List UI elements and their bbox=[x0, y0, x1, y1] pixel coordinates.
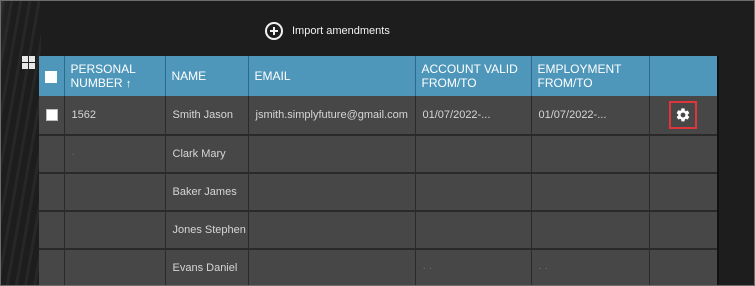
table-row[interactable]: Baker James bbox=[39, 172, 718, 211]
gear-icon bbox=[676, 108, 689, 122]
actions-cell bbox=[649, 210, 718, 249]
row-select-cell bbox=[39, 248, 65, 285]
import-amendments-button[interactable]: Import amendments bbox=[265, 20, 390, 42]
actions-cell bbox=[649, 248, 718, 285]
personal-number-cell bbox=[64, 248, 166, 285]
table-header-row: PERSONAL NUMBER ↑ NAME EMAIL ACCOUNT VAL… bbox=[39, 56, 718, 96]
actions-cell bbox=[649, 134, 718, 173]
background-texture bbox=[1, 1, 41, 285]
employment-cell bbox=[531, 172, 650, 211]
name-cell: Smith Jason bbox=[165, 96, 249, 135]
row-select-cell bbox=[39, 134, 65, 173]
personal-number-cell bbox=[64, 172, 166, 211]
name-cell: Baker James bbox=[165, 172, 249, 211]
select-all-header bbox=[39, 56, 65, 96]
column-header-email[interactable]: EMAIL bbox=[248, 56, 416, 96]
app-window: Import amendments PERSONAL NUMBER ↑ NAME… bbox=[0, 0, 755, 286]
account-valid-cell bbox=[415, 210, 532, 249]
email-cell: jsmith.simplyfuture@gmail.com bbox=[248, 96, 416, 135]
personal-number-cell bbox=[64, 210, 166, 249]
name-cell: Jones Stephen bbox=[165, 210, 249, 249]
table-row[interactable]: Jones Stephen bbox=[39, 210, 718, 249]
personal-number-cell: 1562 bbox=[64, 96, 166, 135]
email-cell bbox=[248, 248, 416, 285]
email-cell bbox=[248, 134, 416, 173]
account-valid-cell: · · bbox=[415, 248, 532, 285]
email-cell bbox=[248, 210, 416, 249]
personal-number-cell: · bbox=[64, 134, 166, 173]
employment-cell bbox=[531, 210, 650, 249]
column-header-account-valid[interactable]: ACCOUNT VALID FROM/TO bbox=[415, 56, 532, 96]
email-cell bbox=[248, 172, 416, 211]
employment-cell bbox=[531, 134, 650, 173]
column-header-employment[interactable]: EMPLOYMENT FROM/TO bbox=[531, 56, 650, 96]
plus-circle-icon bbox=[265, 22, 283, 40]
select-all-checkbox[interactable] bbox=[45, 70, 57, 83]
employment-cell: · · bbox=[531, 248, 650, 285]
account-valid-cell bbox=[415, 172, 532, 211]
grid-view-icon[interactable] bbox=[22, 56, 35, 69]
column-header-personal-number[interactable]: PERSONAL NUMBER ↑ bbox=[64, 56, 166, 96]
account-valid-cell: 01/07/2022-... bbox=[415, 96, 532, 135]
column-header-actions bbox=[649, 56, 718, 96]
row-select-cell bbox=[39, 172, 65, 211]
table-row[interactable]: · Clark Mary bbox=[39, 134, 718, 173]
actions-cell bbox=[649, 96, 718, 135]
name-cell: Evans Daniel bbox=[165, 248, 249, 285]
table-row[interactable]: Evans Daniel · · · · bbox=[39, 248, 718, 285]
table-row[interactable]: 1562 Smith Jason jsmith.simplyfuture@gma… bbox=[39, 96, 718, 135]
employment-cell: 01/07/2022-... bbox=[531, 96, 650, 135]
name-cell: Clark Mary bbox=[165, 134, 249, 173]
row-checkbox[interactable] bbox=[46, 109, 58, 122]
column-header-name[interactable]: NAME bbox=[165, 56, 249, 96]
table-edge bbox=[717, 56, 719, 285]
actions-cell bbox=[649, 172, 718, 211]
row-settings-button[interactable] bbox=[668, 101, 697, 129]
sort-ascending-icon: ↑ bbox=[125, 77, 132, 90]
employees-table: PERSONAL NUMBER ↑ NAME EMAIL ACCOUNT VAL… bbox=[39, 56, 718, 285]
row-select-cell bbox=[39, 96, 65, 135]
row-select-cell bbox=[39, 210, 65, 249]
import-amendments-label: Import amendments bbox=[292, 25, 390, 37]
account-valid-cell bbox=[415, 134, 532, 173]
